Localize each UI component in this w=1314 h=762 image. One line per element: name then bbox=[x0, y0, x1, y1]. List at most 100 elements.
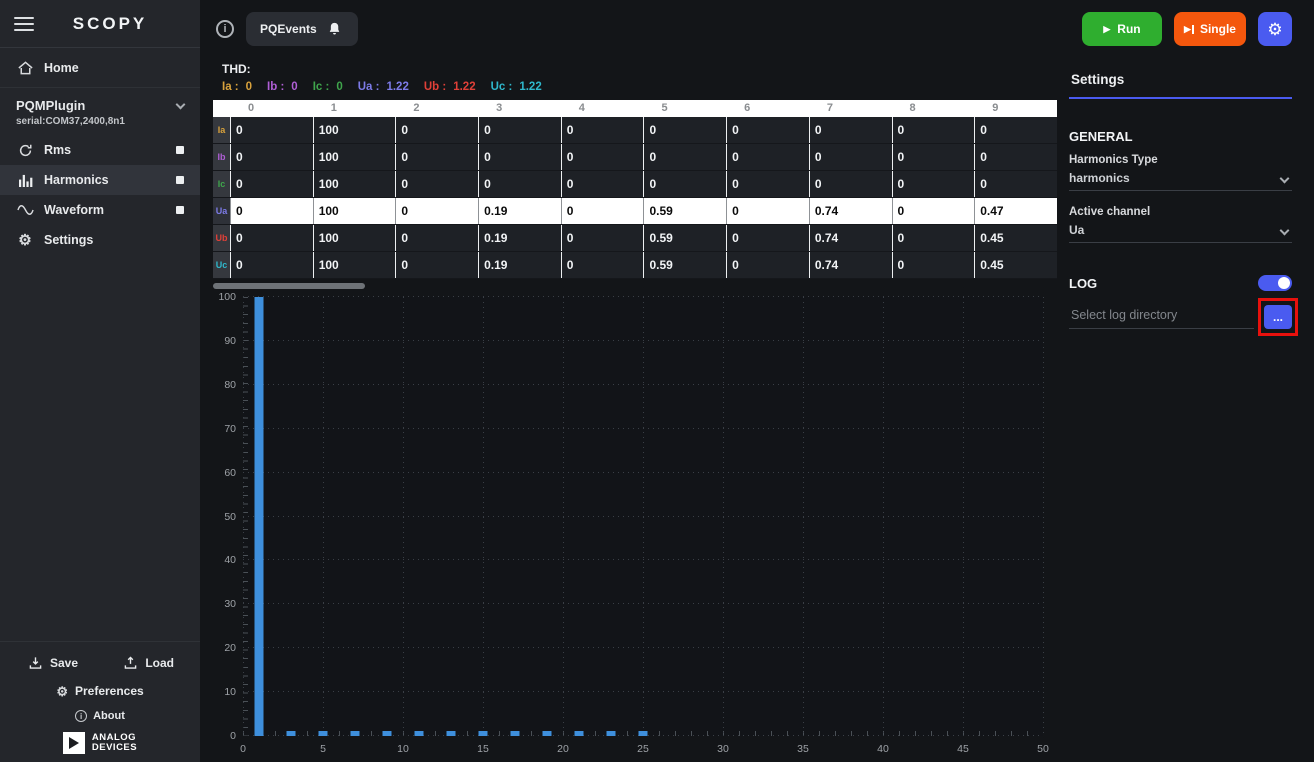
harmonics-table-head: 0123456789 bbox=[213, 100, 1057, 117]
cell-ua-9[interactable]: 0.47 bbox=[974, 198, 1057, 224]
thd-ua: Ua :1.22 bbox=[358, 81, 409, 93]
cell-ia-0[interactable]: 0 bbox=[230, 117, 313, 143]
active-channel-dropdown[interactable]: Ua bbox=[1069, 223, 1292, 243]
cell-ua-0[interactable]: 0 bbox=[230, 198, 313, 224]
cell-ia-8[interactable]: 0 bbox=[892, 117, 975, 143]
table-horizontal-scrollbar[interactable] bbox=[213, 282, 1057, 290]
sidebar-item-settings[interactable]: ⚙ Settings bbox=[0, 225, 200, 255]
sidebar-plugin-header[interactable]: PQMPlugin serial:COM37,2400,8n1 bbox=[0, 88, 200, 135]
cell-ub-2[interactable]: 0 bbox=[395, 225, 478, 251]
cell-uc-0[interactable]: 0 bbox=[230, 252, 313, 278]
cell-ic-7[interactable]: 0 bbox=[809, 171, 892, 197]
cell-ua-4[interactable]: 0 bbox=[561, 198, 644, 224]
rms-run-indicator[interactable] bbox=[176, 146, 184, 154]
cell-ic-4[interactable]: 0 bbox=[561, 171, 644, 197]
table-row-ib[interactable]: Ib010000000000 bbox=[213, 144, 1057, 171]
table-row-ub[interactable]: Ub010000.1900.5900.7400.45 bbox=[213, 225, 1057, 252]
cell-ia-6[interactable]: 0 bbox=[726, 117, 809, 143]
cell-ib-4[interactable]: 0 bbox=[561, 144, 644, 170]
table-row-uc[interactable]: Uc010000.1900.5900.7400.45 bbox=[213, 252, 1057, 279]
sidebar-item-waveform[interactable]: Waveform bbox=[0, 195, 200, 225]
cell-ua-7[interactable]: 0.74 bbox=[809, 198, 892, 224]
x-tick-label: 25 bbox=[637, 743, 649, 755]
cell-ic-0[interactable]: 0 bbox=[230, 171, 313, 197]
cell-ia-9[interactable]: 0 bbox=[974, 117, 1057, 143]
cell-ic-5[interactable]: 0 bbox=[643, 171, 726, 197]
cell-ib-6[interactable]: 0 bbox=[726, 144, 809, 170]
waveform-run-indicator[interactable] bbox=[176, 206, 184, 214]
v-gridline bbox=[803, 297, 804, 736]
scrollbar-thumb[interactable] bbox=[213, 283, 365, 289]
cell-ia-4[interactable]: 0 bbox=[561, 117, 644, 143]
sidebar-item-rms[interactable]: Rms bbox=[0, 135, 200, 165]
cell-ic-3[interactable]: 0 bbox=[478, 171, 561, 197]
harmonics-type-dropdown[interactable]: harmonics bbox=[1069, 171, 1292, 191]
cell-ib-9[interactable]: 0 bbox=[974, 144, 1057, 170]
save-button[interactable]: Save bbox=[26, 656, 78, 670]
cell-ub-6[interactable]: 0 bbox=[726, 225, 809, 251]
log-toggle[interactable] bbox=[1258, 275, 1292, 291]
cell-ub-3[interactable]: 0.19 bbox=[478, 225, 561, 251]
table-row-ua[interactable]: Ua010000.1900.5900.7400.47 bbox=[213, 198, 1057, 225]
cell-ic-6[interactable]: 0 bbox=[726, 171, 809, 197]
cell-ia-5[interactable]: 0 bbox=[643, 117, 726, 143]
cell-uc-3[interactable]: 0.19 bbox=[478, 252, 561, 278]
cell-ia-1[interactable]: 100 bbox=[313, 117, 396, 143]
cell-ua-5[interactable]: 0.59 bbox=[643, 198, 726, 224]
browse-directory-button[interactable]: ... bbox=[1264, 305, 1292, 329]
cell-ib-8[interactable]: 0 bbox=[892, 144, 975, 170]
run-button[interactable]: ▶ Run bbox=[1082, 12, 1162, 46]
content-row: THD: Ia :0Ib :0Ic :0Ua :1.22Ub :1.22Uc :… bbox=[200, 58, 1314, 762]
cell-ua-3[interactable]: 0.19 bbox=[478, 198, 561, 224]
cell-uc-9[interactable]: 0.45 bbox=[974, 252, 1057, 278]
instrument-info-button[interactable]: i bbox=[216, 20, 234, 38]
cell-uc-4[interactable]: 0 bbox=[561, 252, 644, 278]
cell-ic-1[interactable]: 100 bbox=[313, 171, 396, 197]
cell-ic-2[interactable]: 0 bbox=[395, 171, 478, 197]
cell-ib-0[interactable]: 0 bbox=[230, 144, 313, 170]
cell-ia-7[interactable]: 0 bbox=[809, 117, 892, 143]
pqevents-button[interactable]: PQEvents bbox=[246, 12, 358, 46]
cell-ic-9[interactable]: 0 bbox=[974, 171, 1057, 197]
load-button[interactable]: Load bbox=[121, 656, 174, 670]
v-gridline bbox=[323, 297, 324, 736]
cell-ib-2[interactable]: 0 bbox=[395, 144, 478, 170]
cell-ib-5[interactable]: 0 bbox=[643, 144, 726, 170]
preferences-button[interactable]: ⚙ Preferences bbox=[0, 684, 200, 698]
cell-uc-7[interactable]: 0.74 bbox=[809, 252, 892, 278]
single-button[interactable]: ▶ Single bbox=[1174, 12, 1246, 46]
table-row-ia[interactable]: Ia010000000000 bbox=[213, 117, 1057, 144]
cell-ub-0[interactable]: 0 bbox=[230, 225, 313, 251]
cell-ub-5[interactable]: 0.59 bbox=[643, 225, 726, 251]
cell-ia-2[interactable]: 0 bbox=[395, 117, 478, 143]
cell-ub-8[interactable]: 0 bbox=[892, 225, 975, 251]
settings-gear-button[interactable]: ⚙ bbox=[1258, 12, 1292, 46]
cell-ua-8[interactable]: 0 bbox=[892, 198, 975, 224]
sidebar-item-home[interactable]: Home bbox=[0, 48, 200, 88]
cell-ib-1[interactable]: 100 bbox=[313, 144, 396, 170]
cell-ub-1[interactable]: 100 bbox=[313, 225, 396, 251]
cell-uc-5[interactable]: 0.59 bbox=[643, 252, 726, 278]
cell-ua-1[interactable]: 100 bbox=[313, 198, 396, 224]
cell-uc-8[interactable]: 0 bbox=[892, 252, 975, 278]
menu-toggle-button[interactable] bbox=[14, 17, 34, 31]
sidebar-item-harmonics[interactable]: Harmonics bbox=[0, 165, 200, 195]
home-label: Home bbox=[44, 61, 79, 75]
cell-uc-1[interactable]: 100 bbox=[313, 252, 396, 278]
cell-ua-6[interactable]: 0 bbox=[726, 198, 809, 224]
about-button[interactable]: i About bbox=[0, 710, 200, 722]
cell-ua-2[interactable]: 0 bbox=[395, 198, 478, 224]
harmonic-bar-9 bbox=[383, 731, 392, 736]
cell-ub-4[interactable]: 0 bbox=[561, 225, 644, 251]
cell-ia-3[interactable]: 0 bbox=[478, 117, 561, 143]
cell-ic-8[interactable]: 0 bbox=[892, 171, 975, 197]
cell-ib-7[interactable]: 0 bbox=[809, 144, 892, 170]
log-directory-input[interactable] bbox=[1069, 308, 1254, 329]
cell-uc-2[interactable]: 0 bbox=[395, 252, 478, 278]
cell-ub-7[interactable]: 0.74 bbox=[809, 225, 892, 251]
table-row-ic[interactable]: Ic010000000000 bbox=[213, 171, 1057, 198]
harmonics-run-indicator[interactable] bbox=[176, 176, 184, 184]
cell-ib-3[interactable]: 0 bbox=[478, 144, 561, 170]
cell-ub-9[interactable]: 0.45 bbox=[974, 225, 1057, 251]
cell-uc-6[interactable]: 0 bbox=[726, 252, 809, 278]
